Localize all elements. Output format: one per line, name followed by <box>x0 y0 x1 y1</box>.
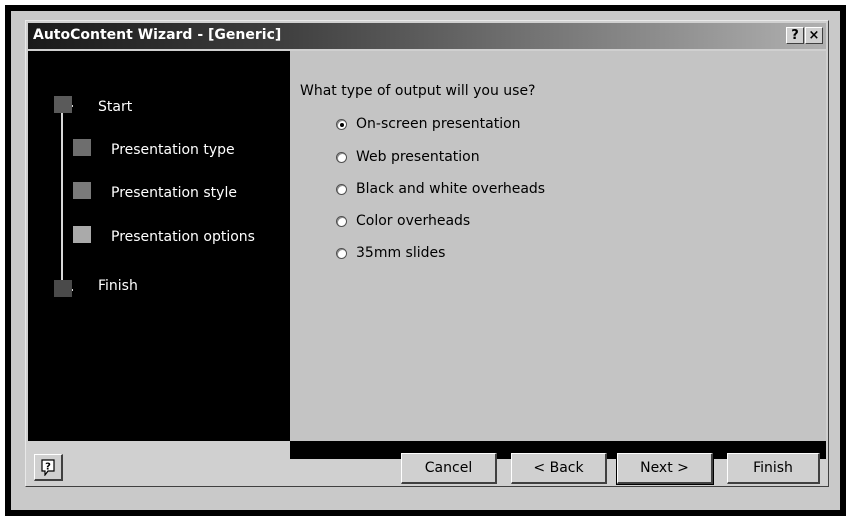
step-start-marker <box>54 96 72 113</box>
output-type-question: What type of output will you use? <box>300 83 536 99</box>
radio-button[interactable] <box>336 151 347 163</box>
step-presentation-style-marker <box>73 182 91 199</box>
radio-web-presentation[interactable]: Web presentation <box>336 149 480 165</box>
title-help-button[interactable]: ? <box>786 27 804 44</box>
wizard-steps-panel: Start Presentation type Presentation sty… <box>28 51 290 441</box>
step-presentation-type-label[interactable]: Presentation type <box>111 142 235 158</box>
step-presentation-type-marker <box>73 139 91 156</box>
radio-button[interactable] <box>336 118 347 130</box>
step-finish-label[interactable]: Finish <box>98 278 138 294</box>
radio-35mm-slides[interactable]: 35mm slides <box>336 245 445 261</box>
steps-connector-line <box>61 105 63 290</box>
radio-button[interactable] <box>336 183 347 195</box>
cancel-button[interactable]: Cancel <box>401 453 497 484</box>
radio-button[interactable] <box>336 215 347 227</box>
radio-label: Black and white overheads <box>356 181 546 197</box>
back-button[interactable]: < Back <box>511 453 607 484</box>
finish-button[interactable]: Finish <box>727 453 820 484</box>
radio-label: On-screen presentation <box>356 116 521 132</box>
step-presentation-options-label[interactable]: Presentation options <box>111 229 255 245</box>
radio-button[interactable] <box>336 247 347 259</box>
autocontent-wizard-dialog: AutoContent Wizard - [Generic] ? × Start… <box>25 20 829 487</box>
window-title: AutoContent Wizard - [Generic] <box>33 27 282 43</box>
radio-label: Web presentation <box>356 149 480 165</box>
help-balloon-icon: ? <box>41 458 55 476</box>
title-bar[interactable]: AutoContent Wizard - [Generic] ? × <box>28 23 826 49</box>
next-button[interactable]: Next > <box>616 452 714 485</box>
title-close-button[interactable]: × <box>805 27 823 44</box>
svg-text:?: ? <box>45 461 51 472</box>
radio-label: Color overheads <box>356 213 471 229</box>
help-button[interactable]: ? <box>34 454 63 481</box>
radio-color-overheads[interactable]: Color overheads <box>336 213 470 229</box>
step-start-label[interactable]: Start <box>98 99 132 115</box>
wizard-content-panel: What type of output will you use? On-scr… <box>290 51 826 441</box>
step-presentation-options-marker <box>73 226 91 243</box>
step-finish-marker <box>54 280 72 297</box>
radio-on-screen-presentation[interactable]: On-screen presentation <box>336 116 521 132</box>
radio-black-and-white-overheads[interactable]: Black and white overheads <box>336 181 545 197</box>
radio-label: 35mm slides <box>356 245 446 261</box>
step-presentation-style-label[interactable]: Presentation style <box>111 185 237 201</box>
